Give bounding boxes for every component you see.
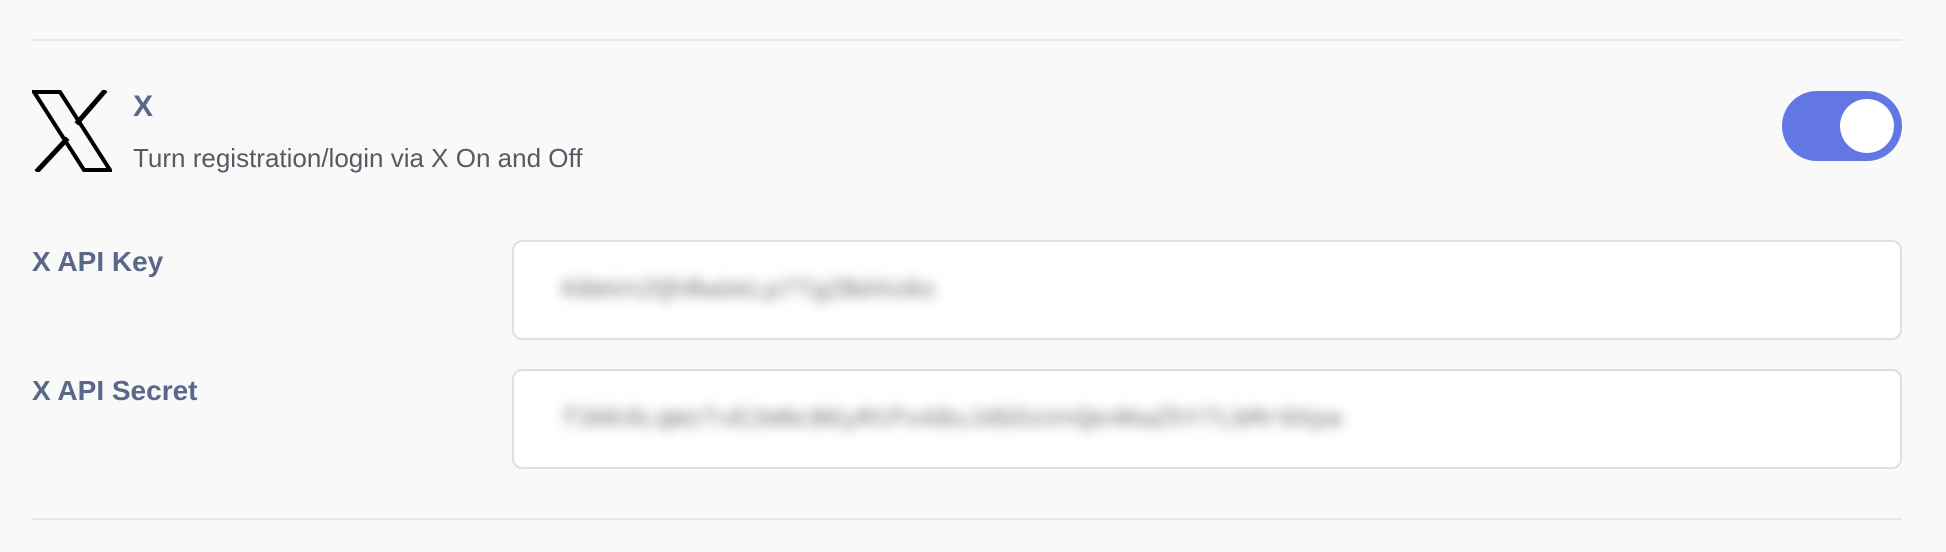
toggle-knob [1840,99,1894,153]
provider-description: Turn registration/login via X On and Off [133,143,583,173]
api-secret-field-wrapper [512,369,1902,469]
provider-title: X [133,90,154,123]
social-login-settings: X Turn registration/login via X On and O… [0,0,1946,552]
api-key-field-wrapper [512,240,1902,340]
section-divider-bottom [32,518,1902,520]
api-secret-input[interactable] [514,371,1900,467]
api-key-label: X API Key [32,246,164,277]
api-secret-label: X API Secret [32,375,198,406]
section-divider-top [32,39,1902,41]
api-key-input[interactable] [514,242,1900,338]
provider-row-x: X Turn registration/login via X On and O… [30,88,1902,180]
enable-x-login-toggle[interactable] [1782,91,1902,161]
x-logo-icon [30,88,114,174]
